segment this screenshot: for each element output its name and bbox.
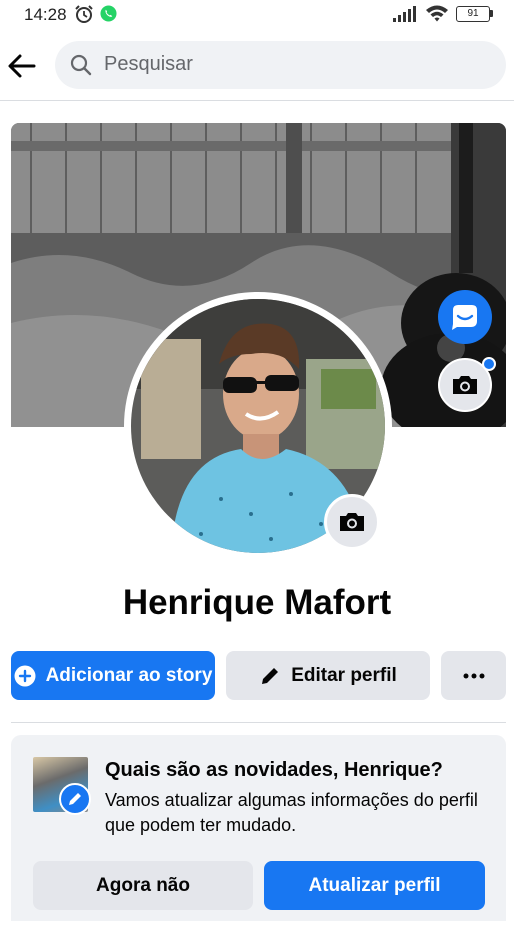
camera-icon [340,513,364,531]
signal-icon [393,6,416,22]
whatsapp-icon [100,5,117,22]
status-bar: 14:28 91 [0,0,514,30]
update-profile-label: Atualizar perfil [308,874,441,896]
battery-icon: 91 [456,6,490,22]
card-title: Quais são as novidades, Henrique? [105,759,443,781]
content-divider [11,722,506,723]
update-profile-button[interactable]: Atualizar perfil [264,861,485,910]
add-story-button[interactable]: Adicionar ao story [11,651,215,700]
header-divider [0,100,514,101]
notification-dot [482,357,496,371]
status-time: 14:28 [24,5,67,24]
update-profile-card: Quais são as novidades, Henrique? Vamos … [11,735,506,921]
battery-level: 91 [467,8,479,19]
not-now-label: Agora não [96,874,190,896]
search-placeholder: Pesquisar [104,53,193,75]
more-options-button[interactable] [441,651,506,700]
plus-circle-icon [14,665,36,686]
add-story-label: Adicionar ao story [45,664,213,686]
messenger-button[interactable] [438,290,492,344]
edit-profile-button[interactable]: Editar perfil [226,651,430,700]
back-button[interactable] [4,48,40,84]
alarm-icon [75,5,93,23]
battery-tip [490,10,493,17]
card-text: Vamos atualizar algumas informações do p… [105,790,478,835]
profile-name: Henrique Mafort [122,583,392,622]
messenger-icon [452,305,477,330]
ellipsis-icon [463,673,484,678]
avatar-camera-button[interactable] [324,494,380,550]
pencil-icon [69,793,81,805]
search-icon [70,54,92,76]
not-now-button[interactable]: Agora não [33,861,253,910]
card-edit-badge [59,783,91,815]
search-input[interactable]: Pesquisar [55,41,506,89]
edit-profile-label: Editar perfil [291,664,397,686]
wifi-icon [426,5,448,22]
pencil-icon [262,667,279,684]
